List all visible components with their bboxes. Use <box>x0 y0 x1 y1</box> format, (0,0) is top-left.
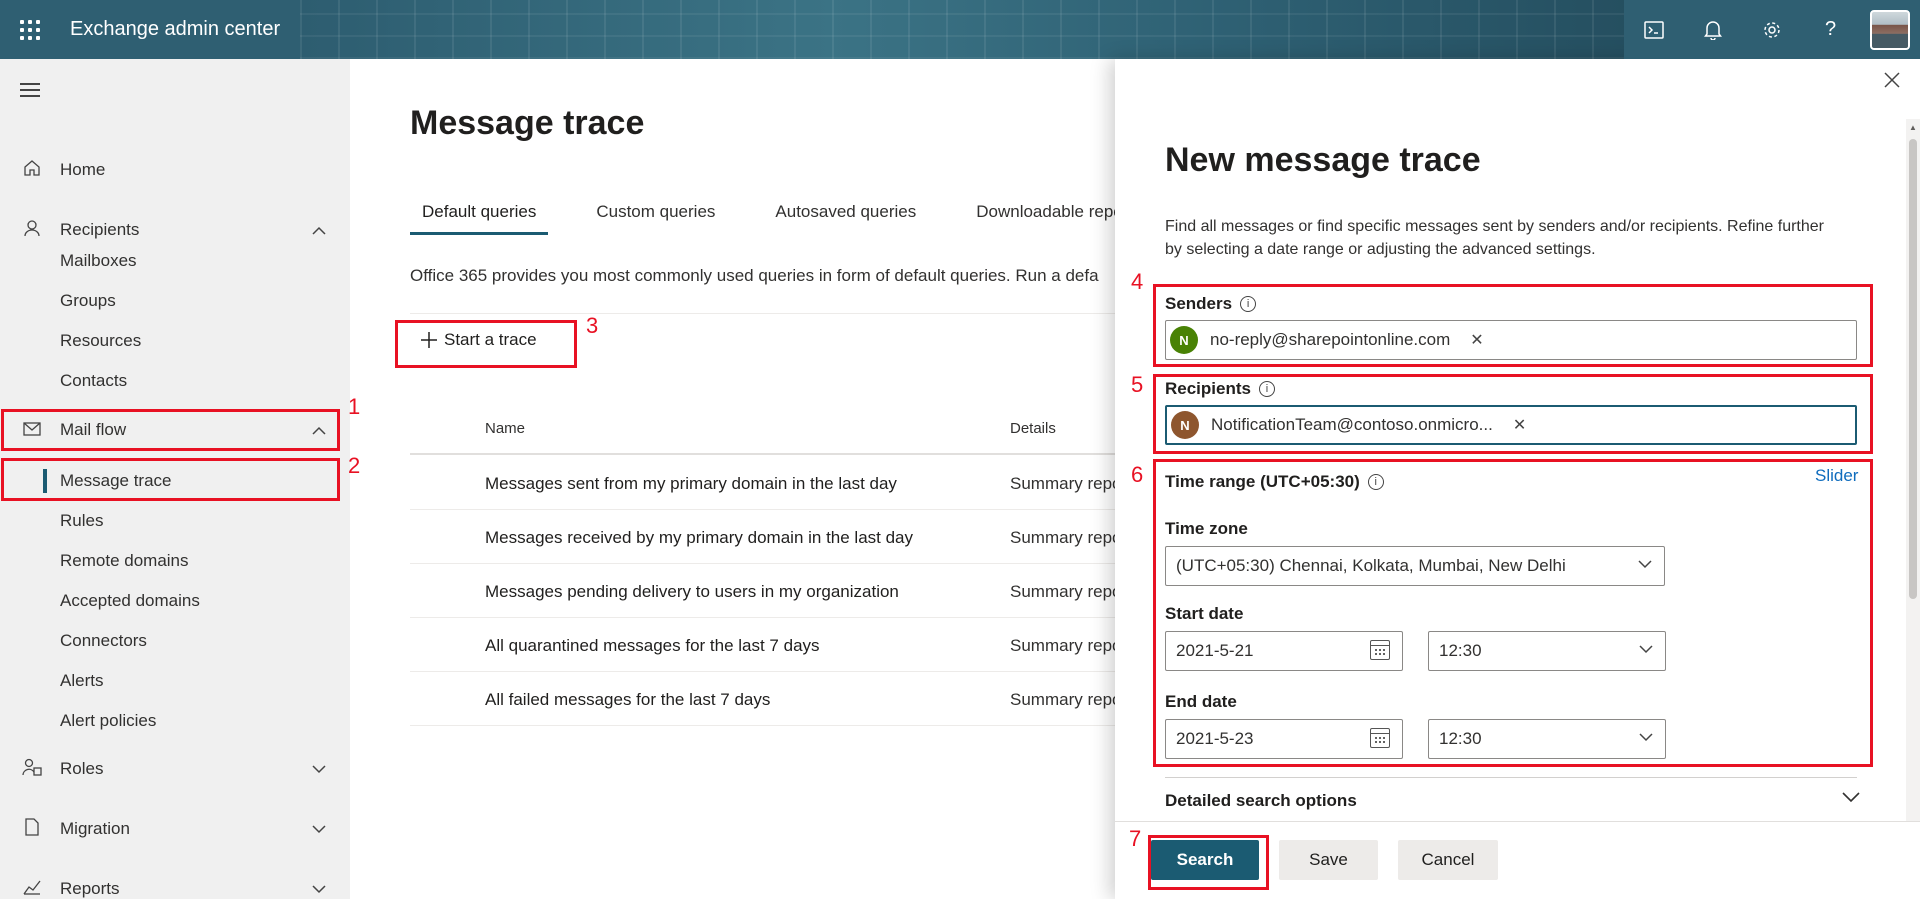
table-row[interactable]: All failed messages for the last 7 days … <box>410 672 1120 726</box>
queries-description: Office 365 provides you most commonly us… <box>410 266 1099 285</box>
table-row[interactable]: Messages received by my primary domain i… <box>410 510 1120 564</box>
query-details: Summary repo <box>1010 528 1120 547</box>
sidebar-item-label: Roles <box>60 759 104 778</box>
annotation-label: 5 <box>1131 372 1144 397</box>
sidebar-item-recipients[interactable]: Recipients <box>0 210 350 250</box>
highlight-box-search <box>1148 835 1269 890</box>
query-details: Summary repo <box>1010 690 1120 709</box>
sidebar-item-resources[interactable]: Resources <box>60 331 141 351</box>
sidebar-item-contacts[interactable]: Contacts <box>60 371 127 391</box>
chevron-down-icon[interactable] <box>1842 787 1860 808</box>
query-tabs: Default queries Custom queries Autosaved… <box>410 200 1190 235</box>
person-icon <box>20 219 44 242</box>
query-name[interactable]: All failed messages for the last 7 days <box>485 690 770 710</box>
header-banner <box>300 0 1630 59</box>
sidebar-item-label: Recipients <box>60 220 140 239</box>
highlight-box-start-trace <box>395 320 577 368</box>
sidebar-item-migration[interactable]: Migration <box>0 809 350 849</box>
sidebar-item-label: Migration <box>60 819 130 838</box>
table-row[interactable]: Messages sent from my primary domain in … <box>410 456 1120 510</box>
chevron-down-icon[interactable] <box>312 881 326 897</box>
bell-icon[interactable] <box>1683 0 1742 59</box>
avatar[interactable] <box>1870 9 1910 50</box>
reports-icon <box>20 879 44 899</box>
panel-title: New message trace <box>1165 141 1481 179</box>
sidebar-item-reports[interactable]: Reports <box>0 869 350 899</box>
annotation-label: 1 <box>348 394 361 419</box>
panel-scrollbar[interactable]: ▲ ▼ <box>1906 119 1920 874</box>
sidebar-item-alert-policies[interactable]: Alert policies <box>60 711 156 731</box>
sidebar-item-label: Reports <box>60 879 120 898</box>
table-header-divider <box>410 453 1120 455</box>
help-icon[interactable]: ? <box>1801 0 1860 59</box>
query-name[interactable]: All quarantined messages for the last 7 … <box>485 636 820 656</box>
table-row[interactable]: Messages pending delivery to users in my… <box>410 564 1120 618</box>
sidebar-item-alerts[interactable]: Alerts <box>60 671 103 691</box>
sidebar-item-label: Home <box>60 160 106 179</box>
cloud-shell-icon[interactable] <box>1624 0 1683 59</box>
sidebar-item-home[interactable]: Home <box>0 150 350 190</box>
chevron-down-icon[interactable] <box>312 761 326 777</box>
sidebar-item-mailboxes[interactable]: Mailboxes <box>60 251 137 271</box>
close-icon[interactable] <box>1884 67 1900 95</box>
tab-custom-queries[interactable]: Custom queries <box>584 200 727 235</box>
home-icon <box>20 159 44 182</box>
highlight-box-mail-flow <box>1 409 340 451</box>
query-details: Summary repo <box>1010 582 1120 601</box>
highlight-box-message-trace <box>1 458 340 501</box>
gear-icon[interactable] <box>1742 0 1801 59</box>
detailed-search-options[interactable]: Detailed search options <box>1165 791 1357 811</box>
page-title: Message trace <box>410 104 645 142</box>
tab-autosaved-queries[interactable]: Autosaved queries <box>763 200 928 235</box>
query-details: Summary repo <box>1010 636 1120 655</box>
chevron-up-icon[interactable] <box>312 222 326 238</box>
scrollbar-thumb[interactable] <box>1909 139 1917 599</box>
scroll-up-icon[interactable]: ▲ <box>1909 123 1917 132</box>
sidebar-item-remote-domains[interactable]: Remote domains <box>60 551 189 571</box>
top-bar: Exchange admin center ? <box>0 0 1920 59</box>
divider <box>410 313 1120 314</box>
column-header-details[interactable]: Details <box>1010 420 1056 437</box>
column-header-name[interactable]: Name <box>485 420 525 437</box>
cancel-button[interactable]: Cancel <box>1398 840 1498 880</box>
sidebar-item-roles[interactable]: Roles <box>0 749 350 789</box>
roles-icon <box>20 758 44 781</box>
table-row[interactable]: All quarantined messages for the last 7 … <box>410 618 1120 672</box>
sidebar-item-groups[interactable]: Groups <box>60 291 116 311</box>
annotation-label: 7 <box>1129 826 1142 851</box>
chevron-down-icon[interactable] <box>312 821 326 837</box>
sidebar-item-connectors[interactable]: Connectors <box>60 631 147 651</box>
header-actions: ? <box>1624 0 1920 59</box>
annotation-label: 4 <box>1131 269 1144 294</box>
divider <box>1165 777 1857 778</box>
annotation-label: 6 <box>1131 462 1144 487</box>
query-name[interactable]: Messages sent from my primary domain in … <box>485 474 897 494</box>
annotation-label: 3 <box>586 313 599 338</box>
highlight-box-time-range <box>1153 459 1873 767</box>
app-launcher-icon[interactable] <box>0 0 59 59</box>
query-name[interactable]: Messages pending delivery to users in my… <box>485 582 899 602</box>
tab-default-queries[interactable]: Default queries <box>410 200 549 235</box>
hamburger-menu-icon[interactable] <box>20 83 40 101</box>
highlight-box-recipients <box>1153 374 1873 454</box>
annotation-label: 2 <box>348 453 361 478</box>
save-button[interactable]: Save <box>1279 840 1378 880</box>
query-details: Summary repo <box>1010 474 1120 493</box>
sidebar-item-accepted-domains[interactable]: Accepted domains <box>60 591 200 611</box>
query-name[interactable]: Messages received by my primary domain i… <box>485 528 913 548</box>
sidebar-item-rules[interactable]: Rules <box>60 511 103 531</box>
highlight-box-senders <box>1153 284 1873 367</box>
app-title[interactable]: Exchange admin center <box>70 18 280 41</box>
panel-description: Find all messages or find specific messa… <box>1165 218 1824 258</box>
migration-icon <box>20 817 44 841</box>
